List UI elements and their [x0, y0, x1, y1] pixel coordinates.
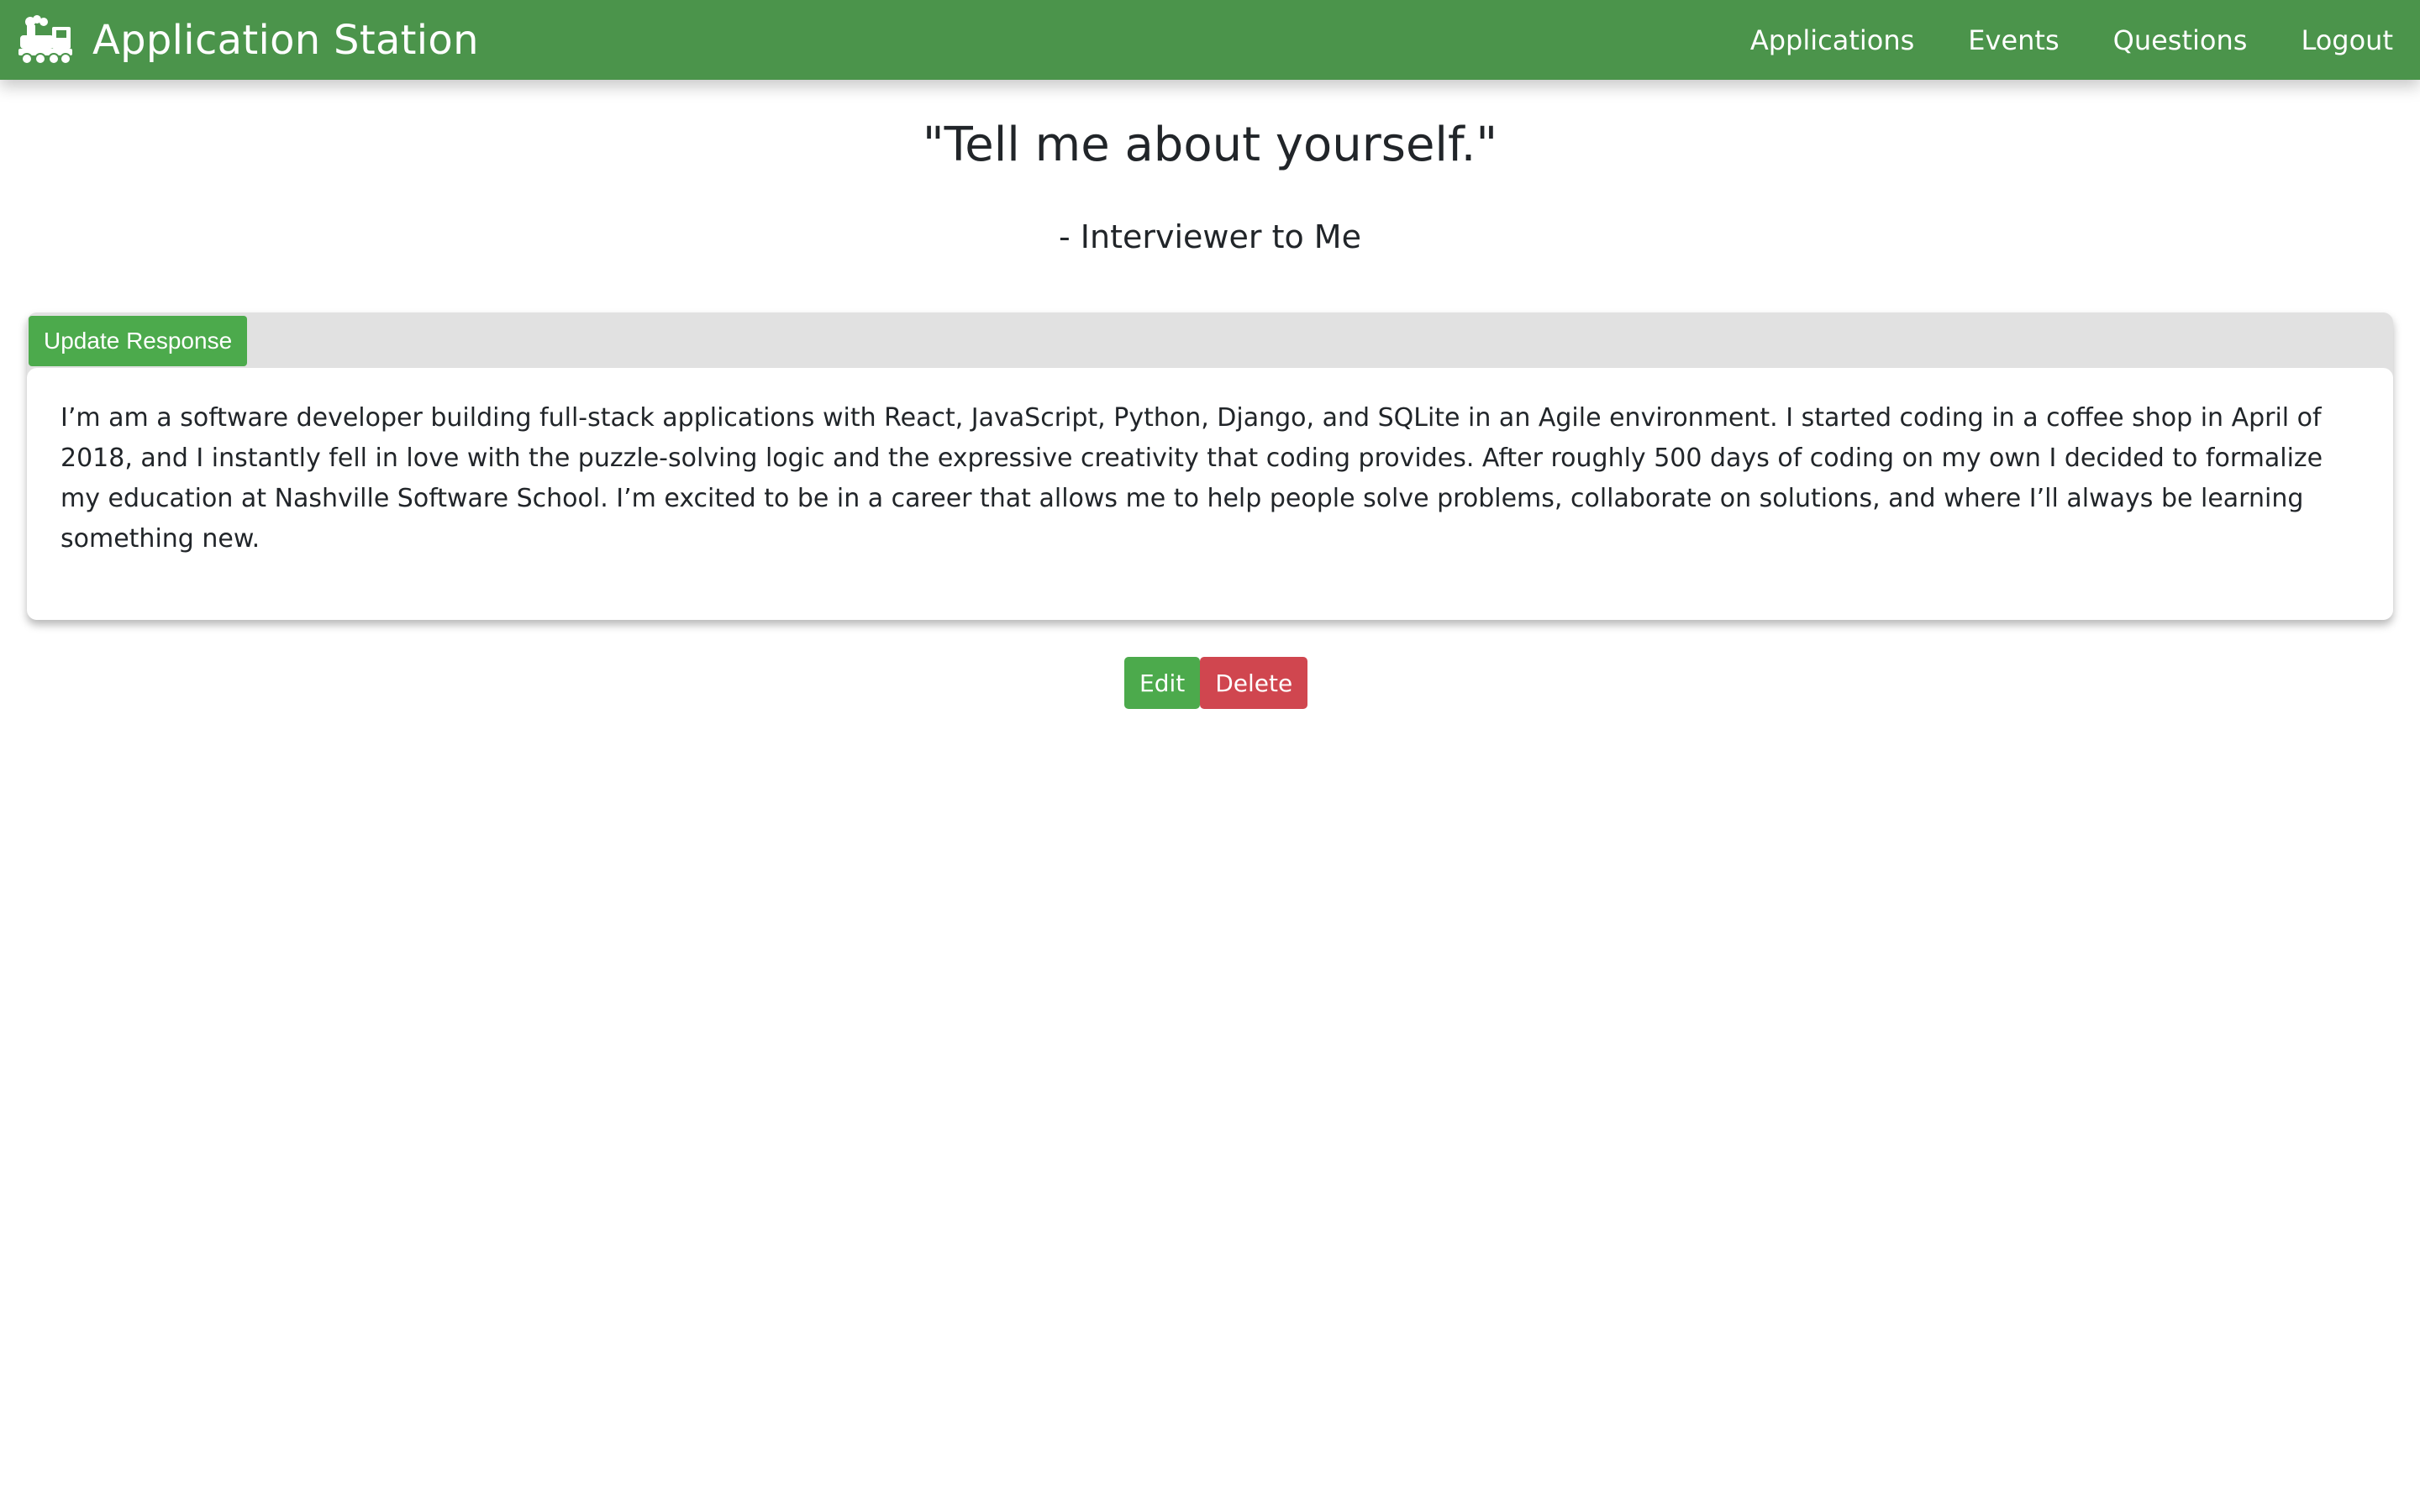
nav-link-logout[interactable]: Logout: [2301, 24, 2393, 56]
train-icon: [18, 14, 72, 65]
brand-link[interactable]: Application Station: [17, 14, 479, 66]
nav-link-events[interactable]: Events: [1968, 24, 2059, 56]
action-buttons: Edit Delete: [1124, 657, 1308, 709]
response-card: Update Response I’m am a software develo…: [27, 312, 2393, 620]
question-attribution: - Interviewer to Me: [1059, 218, 1361, 255]
question-title: "Tell me about yourself.": [922, 118, 1498, 172]
update-response-button[interactable]: Update Response: [29, 316, 248, 366]
response-text: I’m am a software developer building ful…: [27, 368, 2393, 620]
delete-button[interactable]: Delete: [1200, 657, 1308, 709]
nav-links: Applications Events Questions Logout: [1697, 24, 2393, 56]
brand-title: Application Station: [92, 16, 479, 64]
top-navbar: Application Station Applications Events …: [0, 0, 2420, 80]
nav-link-questions[interactable]: Questions: [2113, 24, 2248, 56]
edit-button[interactable]: Edit: [1124, 657, 1201, 709]
nav-link-applications[interactable]: Applications: [1750, 24, 1914, 56]
